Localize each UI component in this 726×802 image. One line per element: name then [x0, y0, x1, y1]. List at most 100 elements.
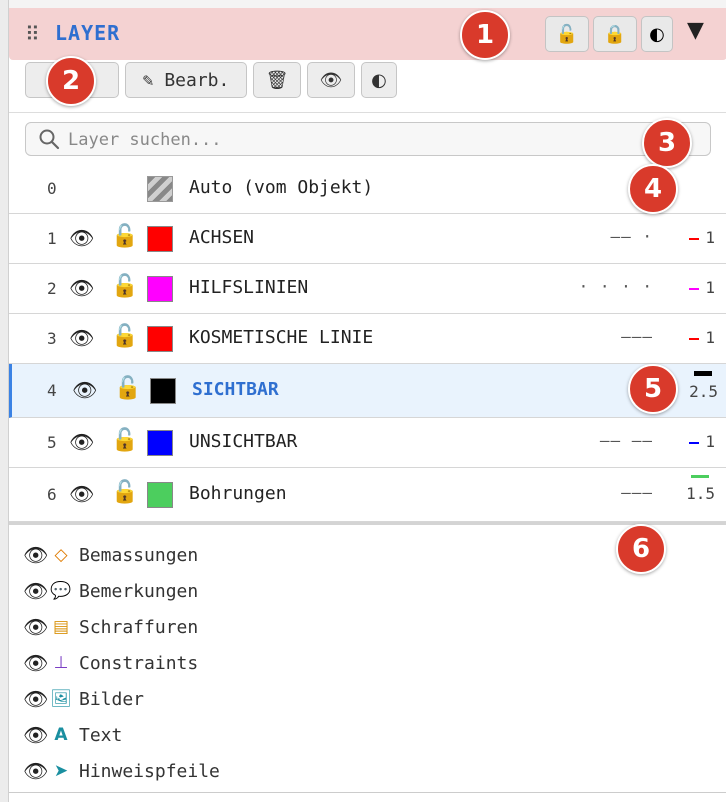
layer-name: Bohrungen: [189, 483, 287, 504]
visibility-eye-icon[interactable]: 👁: [23, 543, 49, 567]
layer-number: 1: [47, 229, 57, 248]
object-type-label: Text: [79, 724, 123, 746]
layer-color-swatch[interactable]: [147, 430, 173, 456]
visibility-eye-icon[interactable]: 👁: [23, 579, 49, 603]
visibility-eye-icon[interactable]: 👁: [23, 615, 49, 639]
layer-color-swatch[interactable]: [147, 482, 173, 508]
unlock-icon[interactable]: 🔓: [111, 274, 138, 299]
layer-row[interactable]: 1 👁 🔓 ACHSEN —— · 1: [9, 214, 726, 264]
linetype-preview[interactable]: —— ·: [569, 227, 653, 246]
contrast-icon: ◐: [649, 23, 665, 45]
visibility-eye-icon[interactable]: 👁: [69, 326, 94, 350]
visibility-eye-icon[interactable]: 👁: [69, 430, 94, 454]
layer-row[interactable]: 0 Auto (vom Objekt): [9, 164, 726, 214]
layer-name: KOSMETISCHE LINIE: [189, 327, 374, 348]
visibility-eye-icon[interactable]: 👁: [23, 723, 49, 747]
object-type-item[interactable]: 👁 🖼 Bilder: [23, 683, 144, 715]
layer-row[interactable]: 4👁🔓SICHTBAR——2.5: [9, 364, 726, 418]
layer-number: 5: [47, 433, 57, 452]
layer-name: Auto (vom Objekt): [189, 177, 374, 198]
visibility-eye-icon[interactable]: 👁: [69, 276, 94, 300]
object-type-label: Bemassungen: [79, 544, 199, 566]
layer-row[interactable]: 3 👁 🔓 KOSMETISCHE LINIE ——— 1: [9, 314, 726, 364]
search-input[interactable]: [66, 127, 670, 153]
toggle-visibility-button[interactable]: 👁: [307, 62, 355, 98]
layer-row[interactable]: 6 👁 🔓 Bohrungen ——— 1.5: [9, 468, 726, 522]
layer-number: 4: [47, 381, 57, 400]
visibility-eye-icon[interactable]: 👁: [69, 226, 94, 250]
linetype-preview[interactable]: ———: [569, 327, 653, 346]
linetype-preview[interactable]: ———: [569, 483, 653, 502]
layer-color-swatch[interactable]: [147, 226, 173, 252]
callout-badge-5: 5: [628, 364, 678, 414]
lineweight-cell[interactable]: 1: [659, 278, 715, 297]
object-type-item[interactable]: 👁 A Text: [23, 719, 122, 751]
layer-name: ACHSEN: [189, 227, 255, 248]
visibility-eye-icon[interactable]: 👁: [69, 482, 94, 506]
layer-color-swatch[interactable]: [147, 176, 173, 202]
layer-toolbar: + ✎ Bearb. 🗑 👁 ◐: [9, 60, 726, 113]
visibility-eye-icon[interactable]: 👁: [72, 378, 97, 402]
lineweight-value: 1.5: [686, 484, 715, 503]
collapse-icon[interactable]: ▼: [687, 18, 704, 43]
object-type-label: Schraffuren: [79, 616, 199, 638]
layer-color-swatch[interactable]: [147, 276, 173, 302]
callout-badge-6: 6: [616, 524, 666, 574]
arrow-icon: ➤: [53, 761, 69, 781]
lineweight-cell[interactable]: 1.5: [659, 475, 715, 503]
layer-number: 0: [47, 179, 57, 198]
lineweight-cell[interactable]: 1: [659, 328, 715, 347]
unlock-icon[interactable]: 🔓: [114, 376, 141, 401]
edit-button-label: ✎ Bearb.: [142, 69, 230, 91]
callout-badge-2: 2: [46, 56, 96, 106]
drag-handle-icon[interactable]: ⠿: [25, 22, 40, 46]
lineweight-value: 1: [705, 278, 715, 297]
visibility-eye-icon[interactable]: 👁: [23, 687, 49, 711]
linetype-preview[interactable]: —— ——: [569, 431, 653, 450]
object-type-label: Hinweispfeile: [79, 760, 220, 782]
perpendicular-icon: ⊥: [53, 653, 69, 673]
layer-search[interactable]: [25, 122, 711, 156]
layer-row[interactable]: 2 👁 🔓 HILFSLINIEN · · · · 1: [9, 264, 726, 314]
lineweight-value: 2.5: [689, 382, 718, 401]
lineweight-swatch: [694, 371, 712, 376]
unlock-icon[interactable]: 🔓: [111, 428, 138, 453]
contrast-button[interactable]: ◐: [641, 16, 673, 52]
hatch-icon: ▤: [52, 617, 70, 637]
visibility-eye-icon[interactable]: 👁: [23, 759, 49, 783]
linetype-preview[interactable]: · · · ·: [569, 277, 653, 296]
object-type-item[interactable]: 👁 ➤ Hinweispfeile: [23, 755, 220, 787]
lock-all-button[interactable]: 🔒: [593, 16, 637, 52]
trash-icon: 🗑: [265, 69, 289, 91]
lineweight-swatch: [689, 441, 700, 444]
callout-badge-4: 4: [628, 164, 678, 214]
lineweight-swatch: [691, 475, 709, 478]
object-type-item[interactable]: 👁 ⊥ Constraints: [23, 647, 198, 679]
object-type-item[interactable]: 👁 💬 Bemerkungen: [23, 575, 198, 607]
layer-panel-header[interactable]: ⠿ LAYER 🔓 🔒 ◐ ▼: [9, 8, 726, 60]
unlock-all-button[interactable]: 🔓: [545, 16, 589, 52]
contrast-icon: ◐: [371, 69, 387, 91]
layer-color-swatch[interactable]: [147, 326, 173, 352]
unlock-icon[interactable]: 🔓: [111, 480, 138, 505]
visibility-eye-icon[interactable]: 👁: [23, 651, 49, 675]
layer-number: 3: [47, 329, 57, 348]
unlock-icon[interactable]: 🔓: [111, 324, 138, 349]
speech-bubble-icon: 💬: [50, 581, 72, 601]
delete-layer-button[interactable]: 🗑: [253, 62, 301, 98]
search-icon: [39, 129, 60, 150]
lineweight-value: 1: [705, 228, 715, 247]
lineweight-cell[interactable]: 1: [659, 228, 715, 247]
lineweight-cell[interactable]: 1: [659, 432, 715, 451]
edit-layer-button[interactable]: ✎ Bearb.: [125, 62, 247, 98]
contrast-toggle-button[interactable]: ◐: [361, 62, 397, 98]
lock-icon: 🔒: [603, 23, 627, 45]
eye-icon: 👁: [319, 69, 343, 91]
object-type-visibility-list: 👁 ◇ Bemassungen 👁 💬 Bemerkungen 👁 ▤ Schraffuren 👁…: [9, 522, 726, 793]
layer-color-swatch[interactable]: [150, 378, 176, 404]
layer-row[interactable]: 5 👁 🔓 UNSICHTBAR —— —— 1: [9, 418, 726, 468]
object-type-item[interactable]: 👁 ▤ Schraffuren: [23, 611, 198, 643]
unlock-icon[interactable]: 🔓: [111, 224, 138, 249]
object-type-item[interactable]: 👁 ◇ Bemassungen: [23, 539, 198, 571]
callout-badge-3: 3: [642, 118, 692, 168]
